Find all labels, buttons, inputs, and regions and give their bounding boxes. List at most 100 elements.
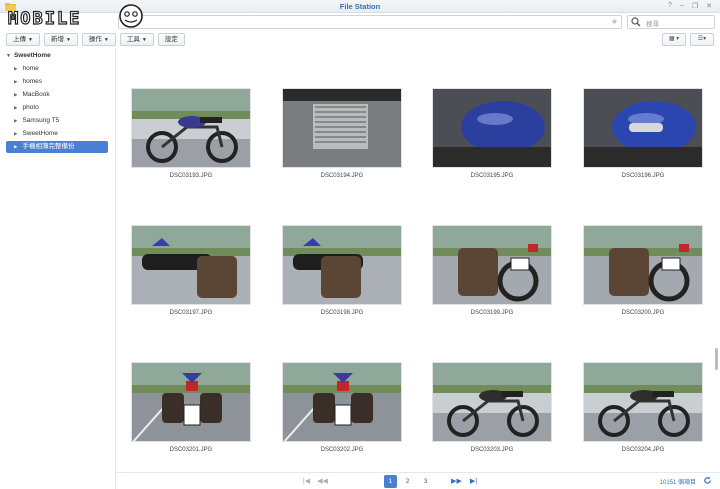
thumbnail-image[interactable] <box>131 362 251 442</box>
thumbnail-image[interactable] <box>282 88 402 168</box>
expand-arrow-icon: ▼ <box>6 53 11 59</box>
photo-thumbnail[interactable]: DSC03199.JPG <box>432 225 552 316</box>
svg-text:MOBILE: MOBILE <box>8 9 81 29</box>
scrollbar[interactable] <box>714 48 719 472</box>
tree-item-samsung-t5[interactable]: ▶ Samsung T5 <box>14 115 59 127</box>
chevron-down-icon: ▼ <box>28 37 33 43</box>
page-button-2[interactable]: 2 <box>401 475 414 488</box>
thumbnail-image[interactable] <box>131 88 251 168</box>
path-bar[interactable]: ★ <box>118 15 622 29</box>
tree-root[interactable]: ▼ SweetHome <box>6 52 51 59</box>
thumbnail-filename: DSC03202.JPG <box>320 447 364 453</box>
scrollbar-thumb[interactable] <box>715 348 718 370</box>
collapsed-arrow-icon: ▶ <box>14 144 18 149</box>
page-button-3[interactable]: 3 <box>419 475 432 488</box>
thumbnail-filename: DSC03197.JPG <box>169 310 213 316</box>
photo-thumbnail[interactable]: DSC03200.JPG <box>583 225 703 316</box>
close-icon[interactable]: ✕ <box>706 2 712 10</box>
watermark-logo: MOBILE <box>6 3 144 31</box>
watermark-logo-image: MOBILE <box>7 4 143 30</box>
create-label: 新增 <box>50 36 64 43</box>
sort-icon: ☰▾ <box>697 36 707 42</box>
thumbnail-image[interactable] <box>432 225 552 305</box>
tree-item-label: MacBook <box>22 91 50 98</box>
photo-thumbnail[interactable]: DSC03204.JPG <box>583 362 703 453</box>
photo-thumbnail[interactable]: DSC03197.JPG <box>131 225 251 316</box>
collapsed-arrow-icon: ▶ <box>14 105 18 110</box>
tree-item-homes[interactable]: ▶ homes <box>14 76 42 88</box>
view-controls: ▦ ▾ ☰▾ <box>662 33 714 46</box>
favorite-star-icon[interactable]: ★ <box>611 17 618 26</box>
grid-view-icon: ▦ ▾ <box>668 36 680 42</box>
photo-thumbnail[interactable]: DSC03203.JPG <box>432 362 552 453</box>
photo-thumbnail[interactable]: DSC03202.JPG <box>282 362 402 453</box>
help-icon[interactable]: ? <box>668 2 672 10</box>
thumbnail-filename: DSC03203.JPG <box>470 447 514 453</box>
thumbnail-image[interactable] <box>131 225 251 305</box>
thumbnail-image[interactable] <box>432 362 552 442</box>
maximize-icon[interactable]: ❐ <box>692 2 698 10</box>
sort-button[interactable]: ☰▾ <box>690 33 714 46</box>
tree-item-home[interactable]: ▶ home <box>14 63 39 75</box>
photo-thumbnail[interactable]: DSC03194.JPG <box>282 88 402 179</box>
thumbnail-filename: DSC03201.JPG <box>169 447 213 453</box>
thumbnail-grid: DSC03193.JPG DSC03194.JPG DSC03195.JPG DSC0… <box>116 48 714 472</box>
thumbnail-filename: DSC03198.JPG <box>320 310 364 316</box>
photo-thumbnail[interactable]: DSC03198.JPG <box>282 225 402 316</box>
tree-item-macbook[interactable]: ▶ MacBook <box>14 89 50 101</box>
settings-button[interactable]: 設定 <box>157 33 185 46</box>
folder-tree: ▼ SweetHome ▶ home ▶ homes ▶ MacBook ▶ photo … <box>0 48 116 489</box>
settings-label: 設定 <box>164 36 178 43</box>
tree-item-sweethome[interactable]: ▶ SweetHome <box>14 128 58 140</box>
thumbnail-filename: DSC03193.JPG <box>169 173 213 179</box>
chevron-down-icon: ▼ <box>103 37 109 43</box>
thumbnail-filename: DSC03200.JPG <box>621 310 665 316</box>
thumbnail-image[interactable] <box>583 88 703 168</box>
thumbnail-filename: DSC03204.JPG <box>621 447 665 453</box>
upload-label: 上傳 <box>13 36 26 43</box>
action-label: 操作 <box>88 36 102 43</box>
next-page-icon[interactable]: ▶▶ <box>450 475 463 488</box>
thumbnail-image[interactable] <box>583 225 703 305</box>
collapsed-arrow-icon: ▶ <box>14 118 18 123</box>
tree-item-photo[interactable]: ▶ photo <box>14 102 39 114</box>
thumbnail-filename: DSC03196.JPG <box>621 173 665 179</box>
photo-thumbnail[interactable]: DSC03195.JPG <box>432 88 552 179</box>
collapsed-arrow-icon: ▶ <box>14 131 18 136</box>
search-placeholder: 搜尋 <box>646 21 659 28</box>
tree-root-label: SweetHome <box>13 52 51 59</box>
photo-thumbnail[interactable]: DSC03193.JPG <box>131 88 251 179</box>
chevron-down-icon: ▼ <box>141 37 147 43</box>
search-icon <box>631 17 641 27</box>
collapsed-arrow-icon: ▶ <box>14 66 18 71</box>
first-page-icon[interactable]: |◀ <box>300 475 313 488</box>
tree-item-label: home <box>22 65 39 72</box>
create-button[interactable]: 新增 ▼ <box>43 33 78 46</box>
refresh-icon[interactable] <box>703 476 712 485</box>
thumbnail-filename: DSC03199.JPG <box>470 310 514 316</box>
chevron-down-icon: ▼ <box>65 37 71 43</box>
photo-thumbnail[interactable]: DSC03196.JPG <box>583 88 703 179</box>
prev-page-icon[interactable]: ◀◀ <box>316 475 329 488</box>
upload-button[interactable]: 上傳 ▼ <box>6 33 40 46</box>
tree-item-label: SweetHome <box>22 130 58 137</box>
search-input[interactable]: 搜尋 <box>627 15 715 29</box>
tree-item-label: photo <box>22 104 39 111</box>
collapsed-arrow-icon: ▶ <box>14 79 18 84</box>
window-controls: ? – ❐ ✕ <box>668 2 712 10</box>
thumbnail-image[interactable] <box>282 362 402 442</box>
action-button[interactable]: 操作 ▼ <box>81 33 116 46</box>
thumbnail-image[interactable] <box>432 88 552 168</box>
thumbnail-image[interactable] <box>282 225 402 305</box>
photo-thumbnail[interactable]: DSC03201.JPG <box>131 362 251 453</box>
page-button-1[interactable]: 1 <box>384 475 397 488</box>
thumbnail-view-button[interactable]: ▦ ▾ <box>662 33 686 46</box>
item-count: 10151 個項目 <box>659 480 696 486</box>
tree-item-phone-album-backup[interactable]: ▶ 手機相簿完整備份 <box>6 141 108 153</box>
minimize-icon[interactable]: – <box>680 2 684 10</box>
thumbnail-image[interactable] <box>583 362 703 442</box>
last-page-icon[interactable]: ▶| <box>467 475 480 488</box>
thumbnail-filename: DSC03194.JPG <box>320 173 364 179</box>
tools-button[interactable]: 工具 ▼ <box>119 33 154 46</box>
tree-item-label: 手機相簿完整備份 <box>22 143 75 150</box>
